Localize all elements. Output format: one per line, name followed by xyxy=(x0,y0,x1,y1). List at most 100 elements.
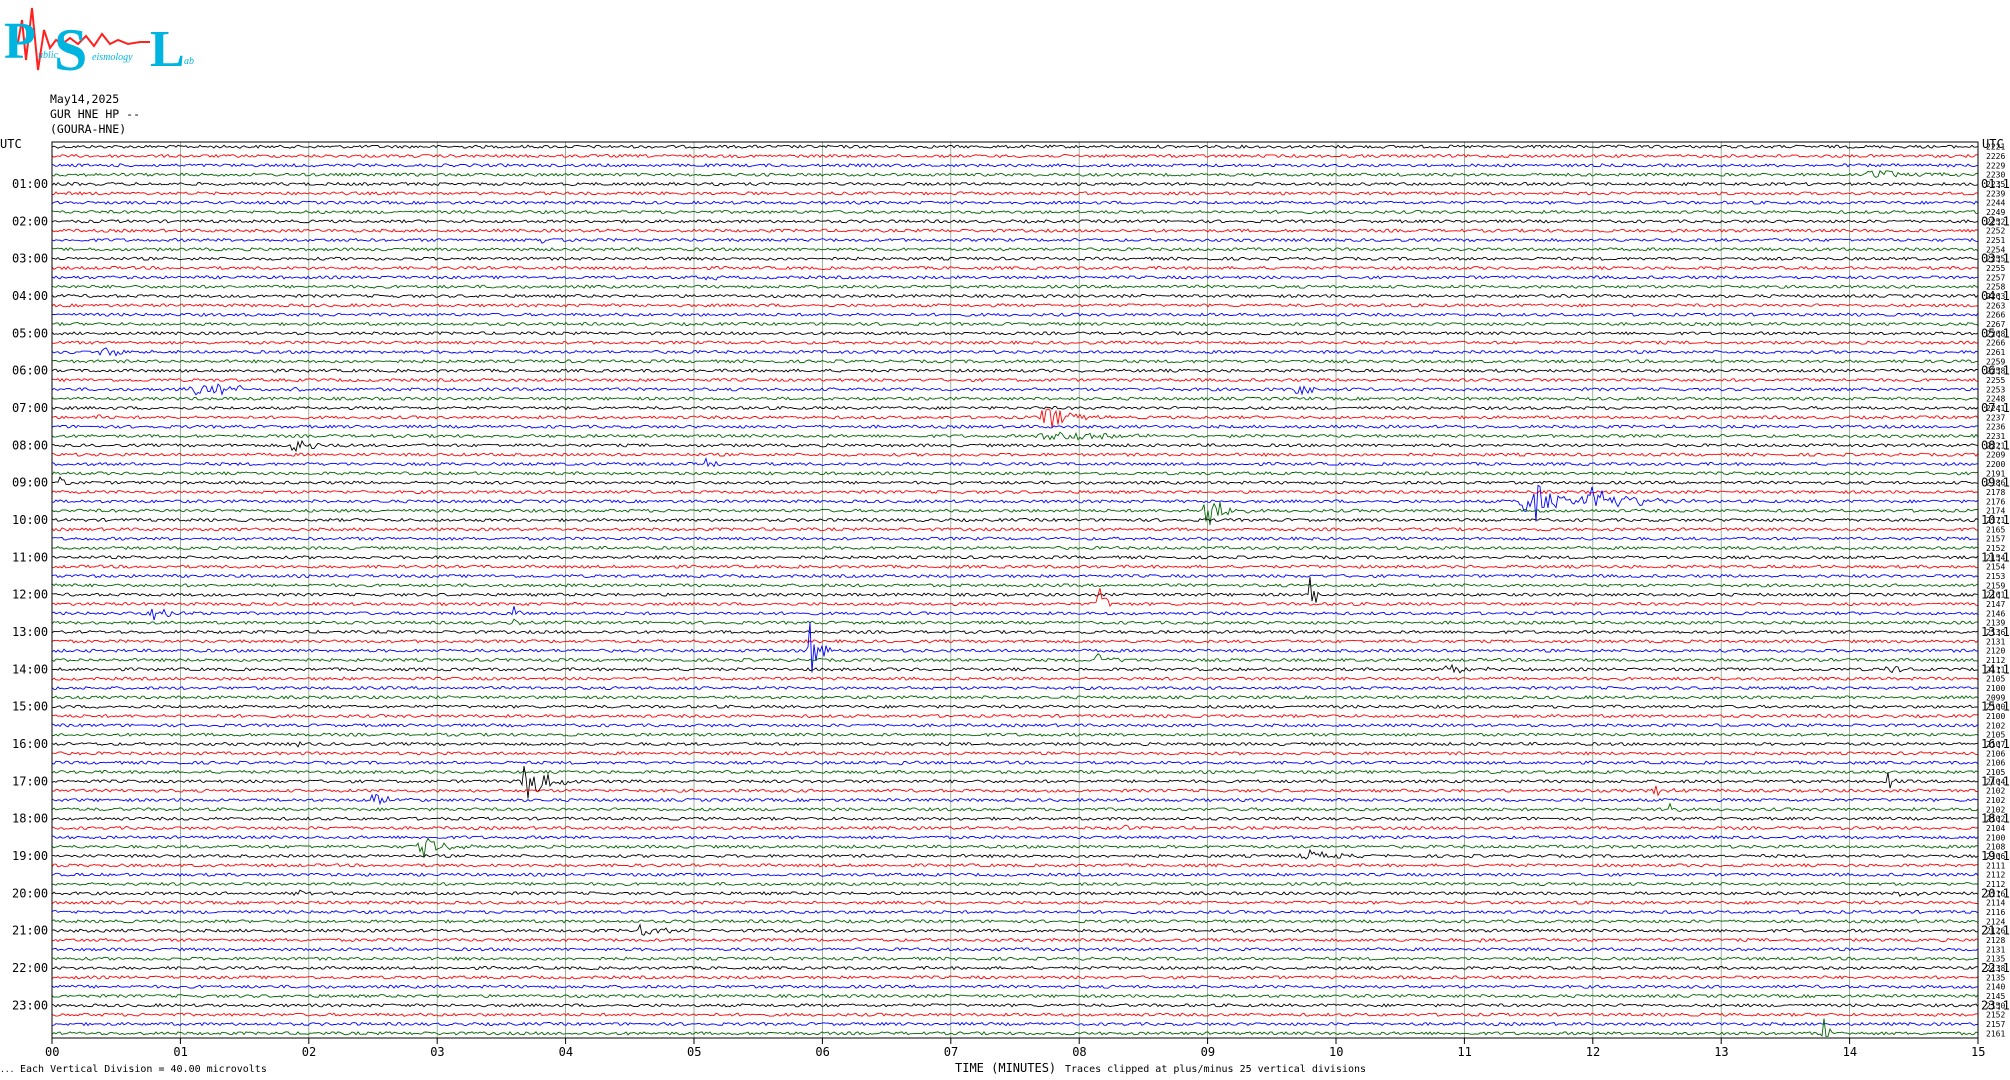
row-count-label: 2146 xyxy=(1986,609,2005,618)
row-count-label: 2106 xyxy=(1986,759,2005,768)
trace-row xyxy=(51,408,1979,428)
row-count-label: 2138 xyxy=(1986,964,2005,973)
row-count-label: 2099 xyxy=(1986,693,2005,702)
trace-row xyxy=(51,653,1979,663)
trace-row xyxy=(51,685,1979,691)
trace-row xyxy=(51,629,1979,635)
trace-row xyxy=(51,848,1979,860)
x-tick-label: 05 xyxy=(687,1045,701,1059)
row-count-label: 2221 xyxy=(1986,441,2005,450)
trace-row xyxy=(51,993,1979,999)
trace-row xyxy=(51,347,1979,357)
trace-row xyxy=(51,247,1979,252)
trace-row xyxy=(51,947,1979,952)
helicorder-plot: 00 01 02 03 04 05 06 07 08 09 10 11 12 13 14 15 01:00 02… xyxy=(0,137,2010,1075)
trace-row xyxy=(51,732,1979,737)
trace-row xyxy=(51,536,1979,541)
trace-row xyxy=(51,919,1979,924)
trace-row xyxy=(51,256,1979,261)
x-tick-label: 11 xyxy=(1457,1045,1471,1059)
trace-row xyxy=(51,824,1979,831)
trace-row xyxy=(51,793,1979,806)
x-tick-label: 01 xyxy=(173,1045,187,1059)
trace-row xyxy=(51,431,1979,441)
x-tick-label: 03 xyxy=(430,1045,444,1059)
right-utc-label: UTC xyxy=(1982,137,2004,151)
trace-row xyxy=(51,956,1979,961)
left-hour-label: 20:00 xyxy=(12,886,48,900)
left-hour-label: 22:00 xyxy=(12,961,48,975)
row-count-label: 2261 xyxy=(1986,348,2005,357)
trace-row xyxy=(51,303,1979,308)
trace-row xyxy=(51,1012,1979,1017)
x-tick-label: 15 xyxy=(1971,1045,1985,1059)
row-count-label: 2135 xyxy=(1986,955,2005,964)
row-count-label: 2120 xyxy=(1986,647,2005,656)
row-count-label: 2111 xyxy=(1986,665,2005,674)
trace-row xyxy=(51,889,1979,897)
row-count-label: 2249 xyxy=(1986,208,2005,217)
row-count-label: 2152 xyxy=(1986,544,2005,553)
row-count-label: 2259 xyxy=(1986,357,2005,366)
trace-row xyxy=(51,170,1979,178)
row-count-label: 2128 xyxy=(1986,936,2005,945)
left-hour-label: 14:00 xyxy=(12,662,48,676)
trace-row xyxy=(51,368,1979,374)
trace-row xyxy=(51,153,1979,159)
trace-row xyxy=(51,816,1979,821)
trace-row xyxy=(51,405,1979,411)
left-hour-label: 09:00 xyxy=(12,476,48,490)
trace-row xyxy=(51,476,1979,485)
trace-row xyxy=(51,863,1979,868)
trace-row xyxy=(51,312,1979,317)
trace-row xyxy=(51,975,1979,980)
row-count-label: 2105 xyxy=(1986,731,2005,740)
corner-mark: ... xyxy=(0,1065,14,1074)
row-count-label: 2100 xyxy=(1986,703,2005,712)
trace-row xyxy=(51,293,1979,299)
x-tick-label: 10 xyxy=(1329,1045,1343,1059)
trace-row xyxy=(51,713,1979,719)
row-count-label: 2100 xyxy=(1986,684,2005,693)
left-hour-label: 21:00 xyxy=(12,924,48,938)
row-count-label: 2106 xyxy=(1986,852,2005,861)
trace-row xyxy=(51,802,1979,812)
trace-row xyxy=(51,359,1979,364)
row-count-labels: 2221222622292230223522392244224922522252… xyxy=(1986,143,2005,1039)
footer-clip-note: Traces clipped at plus/minus 25 vertical… xyxy=(1065,1064,1366,1075)
row-count-label: 2154 xyxy=(1986,553,2005,562)
trace-row xyxy=(51,923,1979,936)
row-count-label: 2114 xyxy=(1986,899,2005,908)
trace-row xyxy=(51,191,1979,196)
trace-row xyxy=(51,639,1979,644)
trace-row xyxy=(51,200,1979,205)
row-count-label: 2104 xyxy=(1986,824,2005,833)
x-tick-label: 14 xyxy=(1843,1045,1857,1059)
row-count-label: 2131 xyxy=(1986,637,2005,646)
row-count-label: 2152 xyxy=(1986,1011,2005,1020)
left-time-labels: 01:00 02:00 03:00 04:00 05:00 06:00 07:00 08:00… xyxy=(12,177,48,1012)
left-hour-label: 01:00 xyxy=(12,177,48,191)
row-count-label: 2131 xyxy=(1986,945,2005,954)
row-count-label: 2102 xyxy=(1986,805,2005,814)
row-count-label: 2112 xyxy=(1986,871,2005,880)
trace-row xyxy=(51,704,1979,709)
trace-row xyxy=(51,424,1979,429)
trace-row xyxy=(51,265,1978,271)
x-tick-label: 09 xyxy=(1201,1045,1215,1059)
trace-row xyxy=(51,228,1979,233)
trace-row xyxy=(51,331,1979,336)
x-tick-label: 00 xyxy=(45,1045,59,1059)
row-count-label: 2176 xyxy=(1986,497,2005,506)
row-count-label: 2255 xyxy=(1986,264,2005,273)
trace-row xyxy=(51,1021,1979,1027)
trace-row xyxy=(51,872,1979,877)
row-count-label: 2255 xyxy=(1986,255,2005,264)
row-count-label: 2154 xyxy=(1986,563,2005,572)
row-count-label: 2140 xyxy=(1986,983,2005,992)
left-hour-label: 11:00 xyxy=(12,550,48,564)
row-count-label: 2241 xyxy=(1986,404,2005,413)
row-count-label: 2157 xyxy=(1986,1020,2005,1029)
row-count-label: 2239 xyxy=(1986,189,2005,198)
row-count-label: 2135 xyxy=(1986,973,2005,982)
